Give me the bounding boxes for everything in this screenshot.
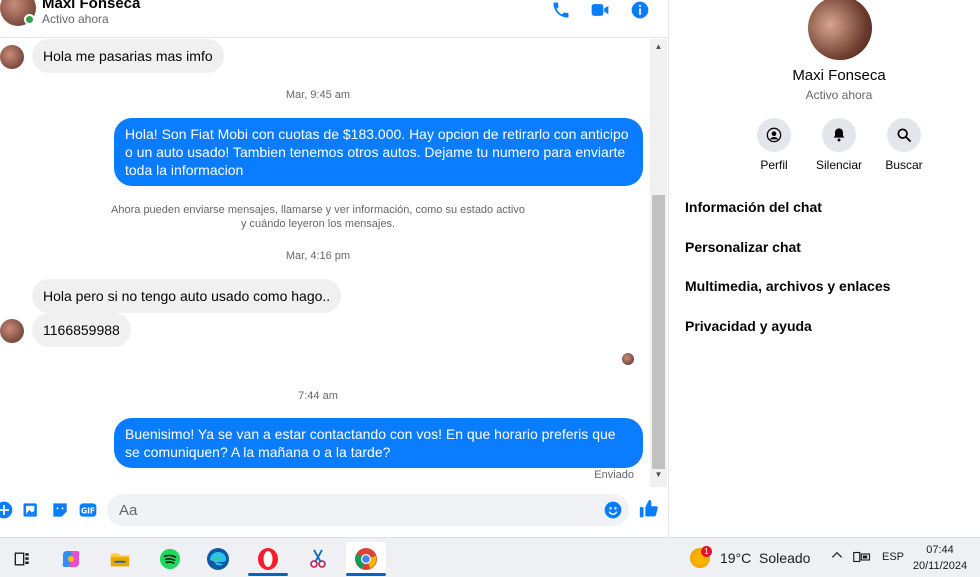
chat-info-item[interactable]: Información del chat [685, 199, 822, 215]
profile-button[interactable]: Perfil [742, 118, 806, 172]
chevron-up-icon[interactable] [830, 548, 844, 565]
bell-icon[interactable] [822, 118, 856, 152]
profile-icon[interactable] [757, 118, 791, 152]
outgoing-message[interactable]: Hola! Son Fiat Mobi con cuotas de $183.0… [114, 118, 643, 186]
opera-running-indicator [248, 573, 288, 576]
seen-avatar [622, 353, 634, 365]
sticker-icon[interactable] [50, 500, 70, 520]
task-view-icon[interactable] [2, 542, 42, 576]
clock-time: 07:44 [926, 544, 954, 556]
search-button[interactable]: Buscar [872, 118, 936, 172]
chrome-icon[interactable] [346, 542, 386, 576]
spotify-icon[interactable] [150, 542, 190, 576]
plus-icon[interactable] [0, 500, 14, 520]
weather-text[interactable]: 19°C Soleado [720, 550, 810, 566]
incoming-message[interactable]: 1166859988 [32, 313, 131, 347]
details-contact-status: Activo ahora [805, 88, 873, 102]
snipping-tool-icon[interactable] [298, 542, 338, 576]
mute-button[interactable]: Silenciar [807, 118, 871, 172]
scrollbar-thumb[interactable] [652, 195, 665, 469]
message-input[interactable] [107, 494, 629, 526]
gif-icon[interactable]: GIF [78, 500, 98, 520]
details-contact-name: Maxi Fonseca [792, 67, 886, 84]
message-list[interactable]: Hola me pasarias mas imfo Mar, 9:45 am H… [0, 39, 650, 487]
composer: GIF [0, 487, 668, 537]
messenger-window: Maxi Fonseca Activo ahora Hola me pasari… [0, 0, 980, 537]
search-icon[interactable] [887, 118, 921, 152]
edge-icon[interactable] [198, 542, 238, 576]
gallery-icon[interactable] [21, 500, 41, 520]
sender-avatar [0, 45, 24, 69]
scroll-up-arrow-icon[interactable]: ▲ [650, 39, 667, 55]
mute-label: Silenciar [815, 158, 863, 172]
contact-status: Activo ahora [42, 12, 109, 26]
chat-header: Maxi Fonseca Activo ahora [0, 0, 668, 38]
taskbar: 1 19°C Soleado ESP 07:44 20/11/2024 [0, 537, 980, 577]
chat-panel: Maxi Fonseca Activo ahora Hola me pasari… [0, 0, 668, 537]
info-icon[interactable] [630, 0, 650, 20]
media-files-links-item[interactable]: Multimedia, archivos y enlaces [685, 278, 890, 294]
chat-notice-line: y cuándo leyeron los mensajes. [240, 218, 396, 230]
sender-avatar [0, 319, 24, 343]
online-indicator [24, 14, 35, 25]
svg-text:GIF: GIF [81, 506, 95, 515]
emoji-icon[interactable] [603, 500, 623, 520]
file-explorer-icon[interactable] [100, 542, 140, 576]
timestamp: 7:44 am [298, 390, 338, 402]
chat-notice-line: Ahora pueden enviarse mensajes, llamarse… [111, 204, 525, 216]
contact-profile-photo[interactable] [808, 0, 872, 60]
privacy-help-item[interactable]: Privacidad y ayuda [685, 318, 812, 334]
outgoing-message[interactable]: Buenisimo! Ya se van a estar contactando… [114, 418, 643, 468]
customize-chat-item[interactable]: Personalizar chat [685, 239, 801, 255]
opera-icon[interactable] [248, 542, 288, 576]
incoming-message[interactable]: Hola me pasarias mas imfo [32, 39, 224, 73]
sent-status: Enviado [594, 469, 634, 481]
input-language[interactable]: ESP [882, 551, 904, 563]
chat-notice: Ahora pueden enviarse mensajes, llamarse… [100, 203, 536, 231]
scrollbar[interactable]: ▲ ▼ [650, 39, 667, 487]
network-battery-icon[interactable] [853, 549, 871, 565]
video-call-icon[interactable] [590, 0, 610, 20]
like-icon[interactable] [638, 498, 660, 520]
contact-name[interactable]: Maxi Fonseca [42, 0, 140, 12]
timestamp: Mar, 4:16 pm [285, 250, 351, 262]
phone-icon[interactable] [551, 0, 571, 20]
incoming-message[interactable]: Hola pero si no tengo auto usado como ha… [32, 279, 342, 313]
scroll-down-arrow-icon[interactable]: ▼ [650, 467, 667, 483]
search-label: Buscar [885, 158, 923, 172]
profile-label: Perfil [760, 158, 788, 172]
clock[interactable]: 07:44 20/11/2024 [905, 542, 975, 574]
chat-details-panel: Maxi Fonseca Activo ahora Perfil Silenci… [668, 0, 980, 537]
timestamp: Mar, 9:45 am [285, 89, 351, 101]
copilot-icon[interactable] [51, 542, 91, 576]
weather-notification-badge: 1 [701, 546, 712, 557]
chrome-running-indicator [346, 573, 386, 576]
clock-date: 20/11/2024 [912, 560, 968, 572]
